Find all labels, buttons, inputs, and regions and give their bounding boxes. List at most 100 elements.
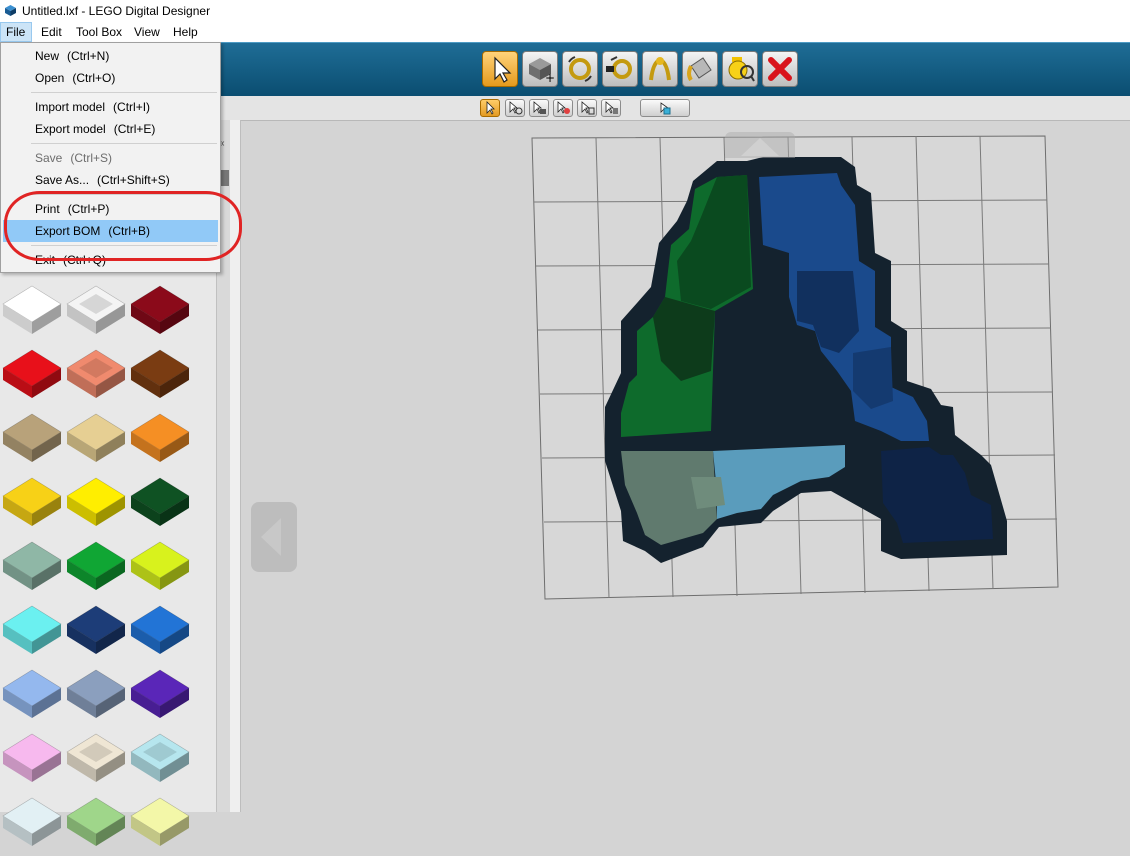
menu-toolbox[interactable]: Tool Box [71, 22, 127, 42]
paint-bucket-icon [687, 57, 712, 82]
invert-select-button[interactable] [601, 99, 621, 117]
color-swatch-tile [66, 349, 126, 398]
menu-view[interactable]: View [129, 22, 165, 42]
invert-select-icon [605, 101, 618, 114]
menu-item-label: New (Ctrl+N) [35, 45, 109, 67]
color-swatch-tile [130, 285, 190, 334]
menu-item-shortcut: (Ctrl+O) [72, 71, 116, 85]
single-select-button[interactable] [480, 99, 500, 117]
color-swatch[interactable] [1, 346, 63, 408]
color-swatch-tile [66, 285, 126, 334]
color-swatch[interactable] [129, 282, 191, 344]
hide-tool-button[interactable] [722, 51, 758, 87]
color-swatch[interactable] [65, 282, 127, 344]
color-swatch-tile [2, 285, 62, 334]
color-swatch-tile [2, 669, 62, 718]
menu-item-save-as[interactable]: Save As... (Ctrl+Shift+S) [3, 169, 218, 191]
same-color-shape-select-button[interactable] [577, 99, 597, 117]
same-color-shape-select-icon [581, 101, 595, 115]
same-shape-select-button[interactable] [553, 99, 573, 117]
rotate-left-button[interactable] [251, 502, 297, 572]
color-swatch[interactable] [1, 474, 63, 536]
menu-item-label: Open (Ctrl+O) [35, 67, 115, 89]
color-swatch-tile [66, 605, 126, 654]
hinge-tool-button[interactable] [562, 51, 598, 87]
model-view[interactable] [241, 121, 1130, 812]
color-swatch[interactable] [129, 794, 191, 856]
flex-tool-button[interactable] [642, 51, 678, 87]
rotate-up-button[interactable] [725, 132, 795, 158]
color-swatch[interactable] [65, 346, 127, 408]
color-swatch-tile [66, 669, 126, 718]
color-swatch-tile [130, 541, 190, 590]
window-titlebar: Untitled.lxf - LEGO Digital Designer [0, 0, 1130, 22]
color-swatch[interactable] [1, 730, 63, 792]
color-swatch-tile [130, 413, 190, 462]
color-swatch[interactable] [129, 666, 191, 728]
menubar: File Edit Tool Box View Help [0, 22, 1130, 42]
menu-item-label: Import model (Ctrl+I) [35, 96, 150, 118]
color-swatch-tile [130, 349, 190, 398]
color-swatch[interactable] [1, 538, 63, 600]
color-swatch[interactable] [129, 538, 191, 600]
color-swatch-tile [2, 349, 62, 398]
delete-tool-icon [768, 57, 792, 81]
connected-select-button[interactable] [505, 99, 525, 117]
color-swatch[interactable] [1, 666, 63, 728]
color-swatch[interactable] [129, 410, 191, 472]
menu-item-text: Open [35, 71, 65, 85]
paint-bucket-button[interactable] [682, 51, 718, 87]
color-swatch[interactable] [65, 410, 127, 472]
color-swatch[interactable] [65, 538, 127, 600]
color-swatch-tile [130, 797, 190, 846]
connected-select-icon [509, 101, 523, 115]
delete-tool-button[interactable] [762, 51, 798, 87]
build-canvas[interactable] [241, 121, 1130, 812]
clone-tool-button[interactable]: + [522, 51, 558, 87]
color-swatch-tile [130, 477, 190, 526]
menu-item-import-model[interactable]: Import model (Ctrl+I) [3, 96, 218, 118]
same-color-select-button[interactable] [529, 99, 549, 117]
color-swatch[interactable] [65, 474, 127, 536]
menu-separator [31, 92, 217, 93]
menu-help[interactable]: Help [168, 22, 203, 42]
color-swatch[interactable] [65, 602, 127, 664]
select-tool-button[interactable] [482, 51, 518, 87]
menu-file[interactable]: File [0, 22, 32, 42]
color-swatch[interactable] [129, 730, 191, 792]
color-swatch[interactable] [65, 730, 127, 792]
single-select-icon [486, 101, 495, 115]
menu-item-text: Export model [35, 122, 106, 136]
color-swatch[interactable] [1, 602, 63, 664]
color-swatch-tile [66, 541, 126, 590]
color-swatch-tile [66, 733, 126, 782]
menu-item-text: Save [35, 151, 63, 165]
menu-item-save[interactable]: Save (Ctrl+S) [3, 147, 218, 169]
group-select-icon [660, 102, 671, 115]
color-swatch[interactable] [1, 794, 63, 856]
menu-item-label: Save As... (Ctrl+Shift+S) [35, 169, 170, 191]
panel-tab[interactable] [221, 170, 229, 186]
color-swatch[interactable] [129, 474, 191, 536]
menu-item-text: Import model [35, 100, 106, 114]
color-swatch[interactable] [65, 794, 127, 856]
hide-tool-icon [728, 57, 755, 82]
color-swatch[interactable] [129, 346, 191, 408]
menu-edit[interactable]: Edit [36, 22, 67, 42]
menu-item-open[interactable]: Open (Ctrl+O) [3, 67, 218, 89]
color-swatch-tile [2, 733, 62, 782]
hinge-align-tool-button[interactable] [602, 51, 638, 87]
color-swatch-tile [2, 797, 62, 846]
menu-item-export-model[interactable]: Export model (Ctrl+E) [3, 118, 218, 140]
menu-item-shortcut: (Ctrl+Shift+S) [97, 173, 170, 187]
menu-item-shortcut: (Ctrl+I) [113, 100, 151, 114]
color-swatch[interactable] [65, 666, 127, 728]
menu-item-new[interactable]: New (Ctrl+N) [3, 45, 218, 67]
window-title: Untitled.lxf - LEGO Digital Designer [22, 4, 211, 18]
color-swatch[interactable] [1, 410, 63, 472]
color-swatch[interactable] [1, 282, 63, 344]
color-swatch[interactable] [129, 602, 191, 664]
menu-item-shortcut: (Ctrl+S) [70, 151, 113, 165]
group-select-button[interactable] [640, 99, 690, 117]
color-swatch-tile [2, 413, 62, 462]
